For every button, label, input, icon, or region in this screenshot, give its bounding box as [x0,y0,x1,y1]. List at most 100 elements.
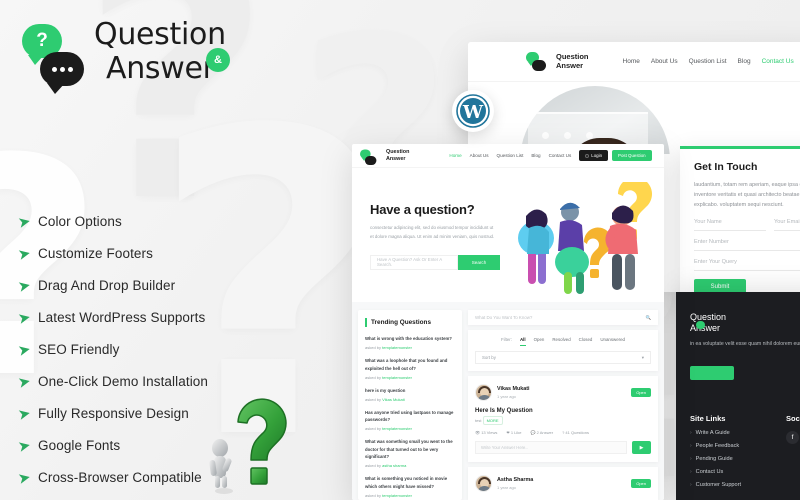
question-title[interactable]: Here Is My Question [475,408,651,414]
user-icon [585,153,590,158]
nav-item-blog[interactable]: Blog [738,58,751,65]
feed-search-bar[interactable]: What Do You Want To Know? 🔍 [468,310,658,325]
nav-item-contact-us[interactable]: Contact Us [762,58,794,65]
feature-item: ➤ SEO Friendly [16,336,208,362]
answer-input[interactable]: Write Your Answer Here.. [475,441,627,454]
feature-item: ➤ One-Click Demo Installation [16,368,209,394]
status-badge: Open [631,479,651,488]
nav-item-question-list[interactable]: Question List [497,153,524,158]
search-icon[interactable]: 🔍 [646,315,651,321]
feature-item: ➤ Google Fonts [16,432,208,458]
trending-question-item[interactable]: Has anyone tried using lastpass to manag… [365,409,455,432]
feature-item: ➤ Customize Footers [16,240,208,266]
nav-item-home[interactable]: Home [623,58,640,65]
chevron-right-icon: › [690,469,692,475]
footer-paragraph: in ea voluptate velit esse quam nihil do… [690,341,800,347]
trending-question-item[interactable]: here is my question asked by Vikas Mukat… [365,387,455,402]
top-mockup-logo[interactable]: Question Answer [526,51,589,72]
feature-label: Fully Responsive Design [38,405,189,421]
question-feed: What Do You Want To Know? 🔍 Filter: All … [468,310,658,500]
question-tags: test MORE [475,416,651,425]
trending-question-author[interactable]: templatemonster [382,493,412,498]
feature-item: ➤ Drag And Drop Builder [16,272,208,298]
enter-query-field[interactable]: Enter Your Query [694,259,800,271]
nav-item-about-us[interactable]: About Us [651,58,678,65]
brand-wordmark: Question Answer & [94,18,230,85]
filter-open[interactable]: Open [534,337,545,342]
footer-cta-button[interactable] [690,366,734,380]
trending-question-author[interactable]: astha sharma [382,463,406,468]
hero-search-button[interactable]: Search [458,254,500,270]
your-name-field[interactable]: Your Name [694,219,766,231]
nav-item-home[interactable]: Home [449,153,461,158]
arrow-curve-icon: ➤ [16,468,33,488]
arrow-curve-icon: ➤ [16,276,33,296]
question-card: Astha Sharma 1 year ago Open [468,467,658,500]
feature-label: One-Click Demo Installation [38,373,209,389]
chevron-right-icon: › [690,430,692,436]
filter-resolved[interactable]: Resolved [552,337,570,342]
footer-link-write-a-guide[interactable]: › Write A Guide [690,430,741,436]
main-mockup-navbar: Question Answer Home About Us Question L… [352,144,664,168]
footer-link-label: Contact Us [695,469,724,475]
trending-question-item[interactable]: What is wrong with the education system?… [365,335,455,350]
post-question-button[interactable]: Post Question [612,150,652,161]
login-label: Login [591,153,603,158]
footer-link-contact-us[interactable]: › Contact Us [690,469,741,475]
feature-label: Google Fonts [38,437,121,453]
trending-question-author[interactable]: templatemonster [382,375,412,380]
main-browser-mockup: Question Answer Home About Us Question L… [352,144,664,500]
trending-questions-title: Trending Questions [365,318,455,327]
main-mockup-logo[interactable]: Question Answer [360,148,409,165]
trending-question-author[interactable]: templatemonster [382,345,412,350]
hero-search-input[interactable]: Have A Question? Ask Or Enter A Search. [370,254,458,270]
feed-search-input[interactable]: What Do You Want To Know? [475,315,532,320]
feature-item: ➤ Latest WordPress Supports [16,304,208,330]
stat-likes[interactable]: ❤ 1 Like [506,430,521,435]
send-icon[interactable]: ▶ [632,441,651,454]
question-author[interactable]: Vikas Mukati [497,386,530,392]
nav-item-about-us[interactable]: About Us [470,153,489,158]
trending-questions-panel: Trending Questions What is wrong with th… [358,310,462,500]
footer-site-links: Site Links › Write A Guide › People Feed… [690,414,741,488]
question-card-header: Astha Sharma 1 year ago Open [475,475,651,492]
your-email-field[interactable]: Your Email [774,219,800,231]
nav-item-contact-us[interactable]: Contact Us [549,153,572,158]
trending-question-author[interactable]: templatemonster [382,426,412,431]
filter-unanswered[interactable]: Unanswered [600,337,625,342]
trending-question-item[interactable]: What was something small you went to the… [365,438,455,468]
arrow-curve-icon: ➤ [16,340,33,360]
trending-question-meta: asked by templatemonster [365,374,412,380]
enter-number-field[interactable]: Enter Number [694,239,800,251]
sort-by-label: Sort by [482,355,496,360]
nav-item-blog[interactable]: Blog [531,153,540,158]
feature-item: ➤ Color Options [16,208,208,234]
filter-closed[interactable]: Closed [579,337,593,342]
login-button[interactable]: Login [579,150,609,161]
filter-all[interactable]: All [519,337,526,346]
question-mark-glyph: ? [36,30,48,51]
wordpress-icon: W [452,90,494,132]
arrow-curve-icon: ➤ [16,372,33,392]
trending-question-author[interactable]: Vikas Mukati [382,397,405,402]
feature-label: Customize Footers [38,245,153,261]
trending-question-text: What was something small you went to the… [365,439,453,460]
facebook-icon[interactable]: f [786,431,799,444]
feature-label: Color Options [38,213,122,229]
trending-question-item[interactable]: What was a loophole that you found and e… [365,357,455,380]
question-author[interactable]: Astha Sharma [497,477,533,483]
submit-button[interactable]: Submit [694,279,746,292]
trending-question-item[interactable]: What is something you noticed in movie w… [365,475,455,498]
tag-more[interactable]: MORE [482,416,503,425]
footer-link-customer-support[interactable]: › Customer Support [690,482,741,488]
svg-text:W: W [462,102,484,123]
trending-question-meta: asked by templatemonster [365,345,412,351]
question-time: 1 year ago [497,484,516,490]
trending-question-meta: asked by templatemonster [365,426,412,432]
sort-by-select[interactable]: Sort by ▾ [475,351,651,364]
footer-link-label: Write A Guide [695,430,730,436]
footer-link-pending-guide[interactable]: › Pending Guide [690,456,741,462]
nav-item-question-list[interactable]: Question List [689,58,727,65]
footer-link-people-feedback[interactable]: › People Feedback [690,443,741,449]
chevron-right-icon: › [690,456,692,462]
